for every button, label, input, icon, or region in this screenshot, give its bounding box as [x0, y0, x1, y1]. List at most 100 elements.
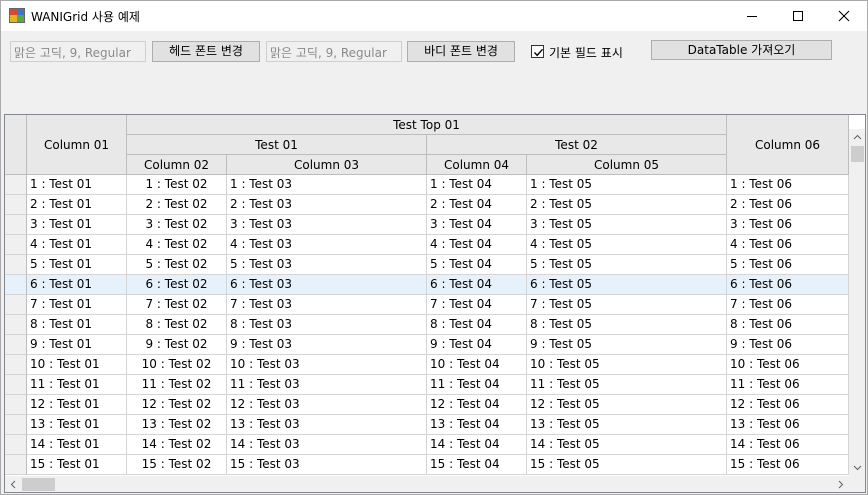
- table-cell[interactable]: 11 : Test 02: [127, 375, 227, 395]
- table-cell[interactable]: 14 : Test 02: [127, 435, 227, 455]
- table-cell[interactable]: 2 : Test 03: [227, 195, 427, 215]
- table-cell[interactable]: 4 : Test 01: [27, 235, 127, 255]
- table-cell[interactable]: 1 : Test 02: [127, 175, 227, 195]
- table-cell[interactable]: 4 : Test 03: [227, 235, 427, 255]
- table-cell[interactable]: 11 : Test 05: [527, 375, 727, 395]
- table-cell[interactable]: 14 : Test 05: [527, 435, 727, 455]
- table-cell[interactable]: 11 : Test 03: [227, 375, 427, 395]
- table-cell[interactable]: 8 : Test 06: [727, 315, 849, 335]
- table-cell[interactable]: 10 : Test 05: [527, 355, 727, 375]
- table-cell[interactable]: 9 : Test 03: [227, 335, 427, 355]
- table-cell[interactable]: 6 : Test 03: [227, 275, 427, 295]
- row-header[interactable]: [5, 175, 27, 195]
- table-cell[interactable]: 8 : Test 04: [427, 315, 527, 335]
- table-cell[interactable]: 14 : Test 06: [727, 435, 849, 455]
- row-header[interactable]: [5, 395, 27, 415]
- horizontal-scrollbar[interactable]: [5, 476, 849, 492]
- table-cell[interactable]: 6 : Test 02: [127, 275, 227, 295]
- table-cell[interactable]: 1 : Test 05: [527, 175, 727, 195]
- row-header[interactable]: [5, 315, 27, 335]
- checkbox-box[interactable]: [531, 45, 544, 58]
- table-cell[interactable]: 2 : Test 04: [427, 195, 527, 215]
- row-header[interactable]: [5, 375, 27, 395]
- table-cell[interactable]: 12 : Test 02: [127, 395, 227, 415]
- table-cell[interactable]: 7 : Test 03: [227, 295, 427, 315]
- table-cell[interactable]: 6 : Test 06: [727, 275, 849, 295]
- table-cell[interactable]: 2 : Test 05: [527, 195, 727, 215]
- table-cell[interactable]: 5 : Test 02: [127, 255, 227, 275]
- table-cell[interactable]: 8 : Test 03: [227, 315, 427, 335]
- table-cell[interactable]: 8 : Test 02: [127, 315, 227, 335]
- table-cell[interactable]: 11 : Test 06: [727, 375, 849, 395]
- vertical-scrollbar[interactable]: [849, 129, 865, 476]
- table-cell[interactable]: 4 : Test 06: [727, 235, 849, 255]
- row-header[interactable]: [5, 295, 27, 315]
- table-cell[interactable]: 3 : Test 02: [127, 215, 227, 235]
- table-cell[interactable]: 15 : Test 02: [127, 455, 227, 475]
- table-cell[interactable]: 12 : Test 06: [727, 395, 849, 415]
- close-button[interactable]: [821, 1, 867, 31]
- body-font-change-button[interactable]: 바디 폰트 변경: [407, 41, 515, 62]
- table-cell[interactable]: 13 : Test 02: [127, 415, 227, 435]
- table-cell[interactable]: 10 : Test 06: [727, 355, 849, 375]
- table-cell[interactable]: 7 : Test 02: [127, 295, 227, 315]
- header-column-05[interactable]: Column 05: [527, 155, 727, 175]
- row-header[interactable]: [5, 275, 27, 295]
- table-cell[interactable]: 5 : Test 05: [527, 255, 727, 275]
- table-cell[interactable]: 2 : Test 06: [727, 195, 849, 215]
- row-header[interactable]: [5, 355, 27, 375]
- table-cell[interactable]: 5 : Test 03: [227, 255, 427, 275]
- table-cell[interactable]: 4 : Test 02: [127, 235, 227, 255]
- table-cell[interactable]: 10 : Test 02: [127, 355, 227, 375]
- table-cell[interactable]: 3 : Test 05: [527, 215, 727, 235]
- scroll-down-button[interactable]: [849, 459, 865, 476]
- table-cell[interactable]: 3 : Test 04: [427, 215, 527, 235]
- table-cell[interactable]: 10 : Test 01: [27, 355, 127, 375]
- table-cell[interactable]: 9 : Test 04: [427, 335, 527, 355]
- table-cell[interactable]: 5 : Test 01: [27, 255, 127, 275]
- row-header[interactable]: [5, 415, 27, 435]
- table-cell[interactable]: 10 : Test 04: [427, 355, 527, 375]
- row-header[interactable]: [5, 255, 27, 275]
- table-cell[interactable]: 15 : Test 06: [727, 455, 849, 475]
- table-cell[interactable]: 2 : Test 02: [127, 195, 227, 215]
- table-cell[interactable]: 13 : Test 03: [227, 415, 427, 435]
- table-cell[interactable]: 10 : Test 03: [227, 355, 427, 375]
- data-grid[interactable]: Column 01 Test Top 01 Test 01 Test 02 Co…: [4, 114, 866, 493]
- header-column-01[interactable]: Column 01: [27, 115, 127, 175]
- table-cell[interactable]: 15 : Test 05: [527, 455, 727, 475]
- table-cell[interactable]: 5 : Test 04: [427, 255, 527, 275]
- row-header[interactable]: [5, 235, 27, 255]
- vertical-scroll-thumb[interactable]: [851, 146, 864, 162]
- table-cell[interactable]: 14 : Test 01: [27, 435, 127, 455]
- table-cell[interactable]: 5 : Test 06: [727, 255, 849, 275]
- table-cell[interactable]: 1 : Test 06: [727, 175, 849, 195]
- table-cell[interactable]: 9 : Test 06: [727, 335, 849, 355]
- table-cell[interactable]: 9 : Test 01: [27, 335, 127, 355]
- table-cell[interactable]: 6 : Test 04: [427, 275, 527, 295]
- table-cell[interactable]: 13 : Test 06: [727, 415, 849, 435]
- head-font-change-button[interactable]: 헤드 폰트 변경: [152, 41, 260, 62]
- body-font-field[interactable]: 맑은 고딕, 9, Regular: [266, 41, 402, 62]
- table-cell[interactable]: 7 : Test 05: [527, 295, 727, 315]
- horizontal-scroll-thumb[interactable]: [22, 478, 55, 491]
- table-cell[interactable]: 2 : Test 01: [27, 195, 127, 215]
- header-column-02[interactable]: Column 02: [127, 155, 227, 175]
- row-header[interactable]: [5, 435, 27, 455]
- table-cell[interactable]: 3 : Test 01: [27, 215, 127, 235]
- row-header[interactable]: [5, 335, 27, 355]
- header-column-06[interactable]: Column 06: [727, 115, 849, 175]
- scroll-up-button[interactable]: [849, 129, 865, 146]
- table-cell[interactable]: 7 : Test 04: [427, 295, 527, 315]
- table-cell[interactable]: 13 : Test 01: [27, 415, 127, 435]
- table-cell[interactable]: 8 : Test 05: [527, 315, 727, 335]
- table-cell[interactable]: 14 : Test 03: [227, 435, 427, 455]
- table-cell[interactable]: 3 : Test 06: [727, 215, 849, 235]
- table-cell[interactable]: 15 : Test 03: [227, 455, 427, 475]
- table-cell[interactable]: 15 : Test 04: [427, 455, 527, 475]
- table-cell[interactable]: 14 : Test 04: [427, 435, 527, 455]
- head-font-field[interactable]: 맑은 고딕, 9, Regular: [10, 41, 146, 62]
- table-cell[interactable]: 4 : Test 05: [527, 235, 727, 255]
- row-header[interactable]: [5, 215, 27, 235]
- table-cell[interactable]: 13 : Test 05: [527, 415, 727, 435]
